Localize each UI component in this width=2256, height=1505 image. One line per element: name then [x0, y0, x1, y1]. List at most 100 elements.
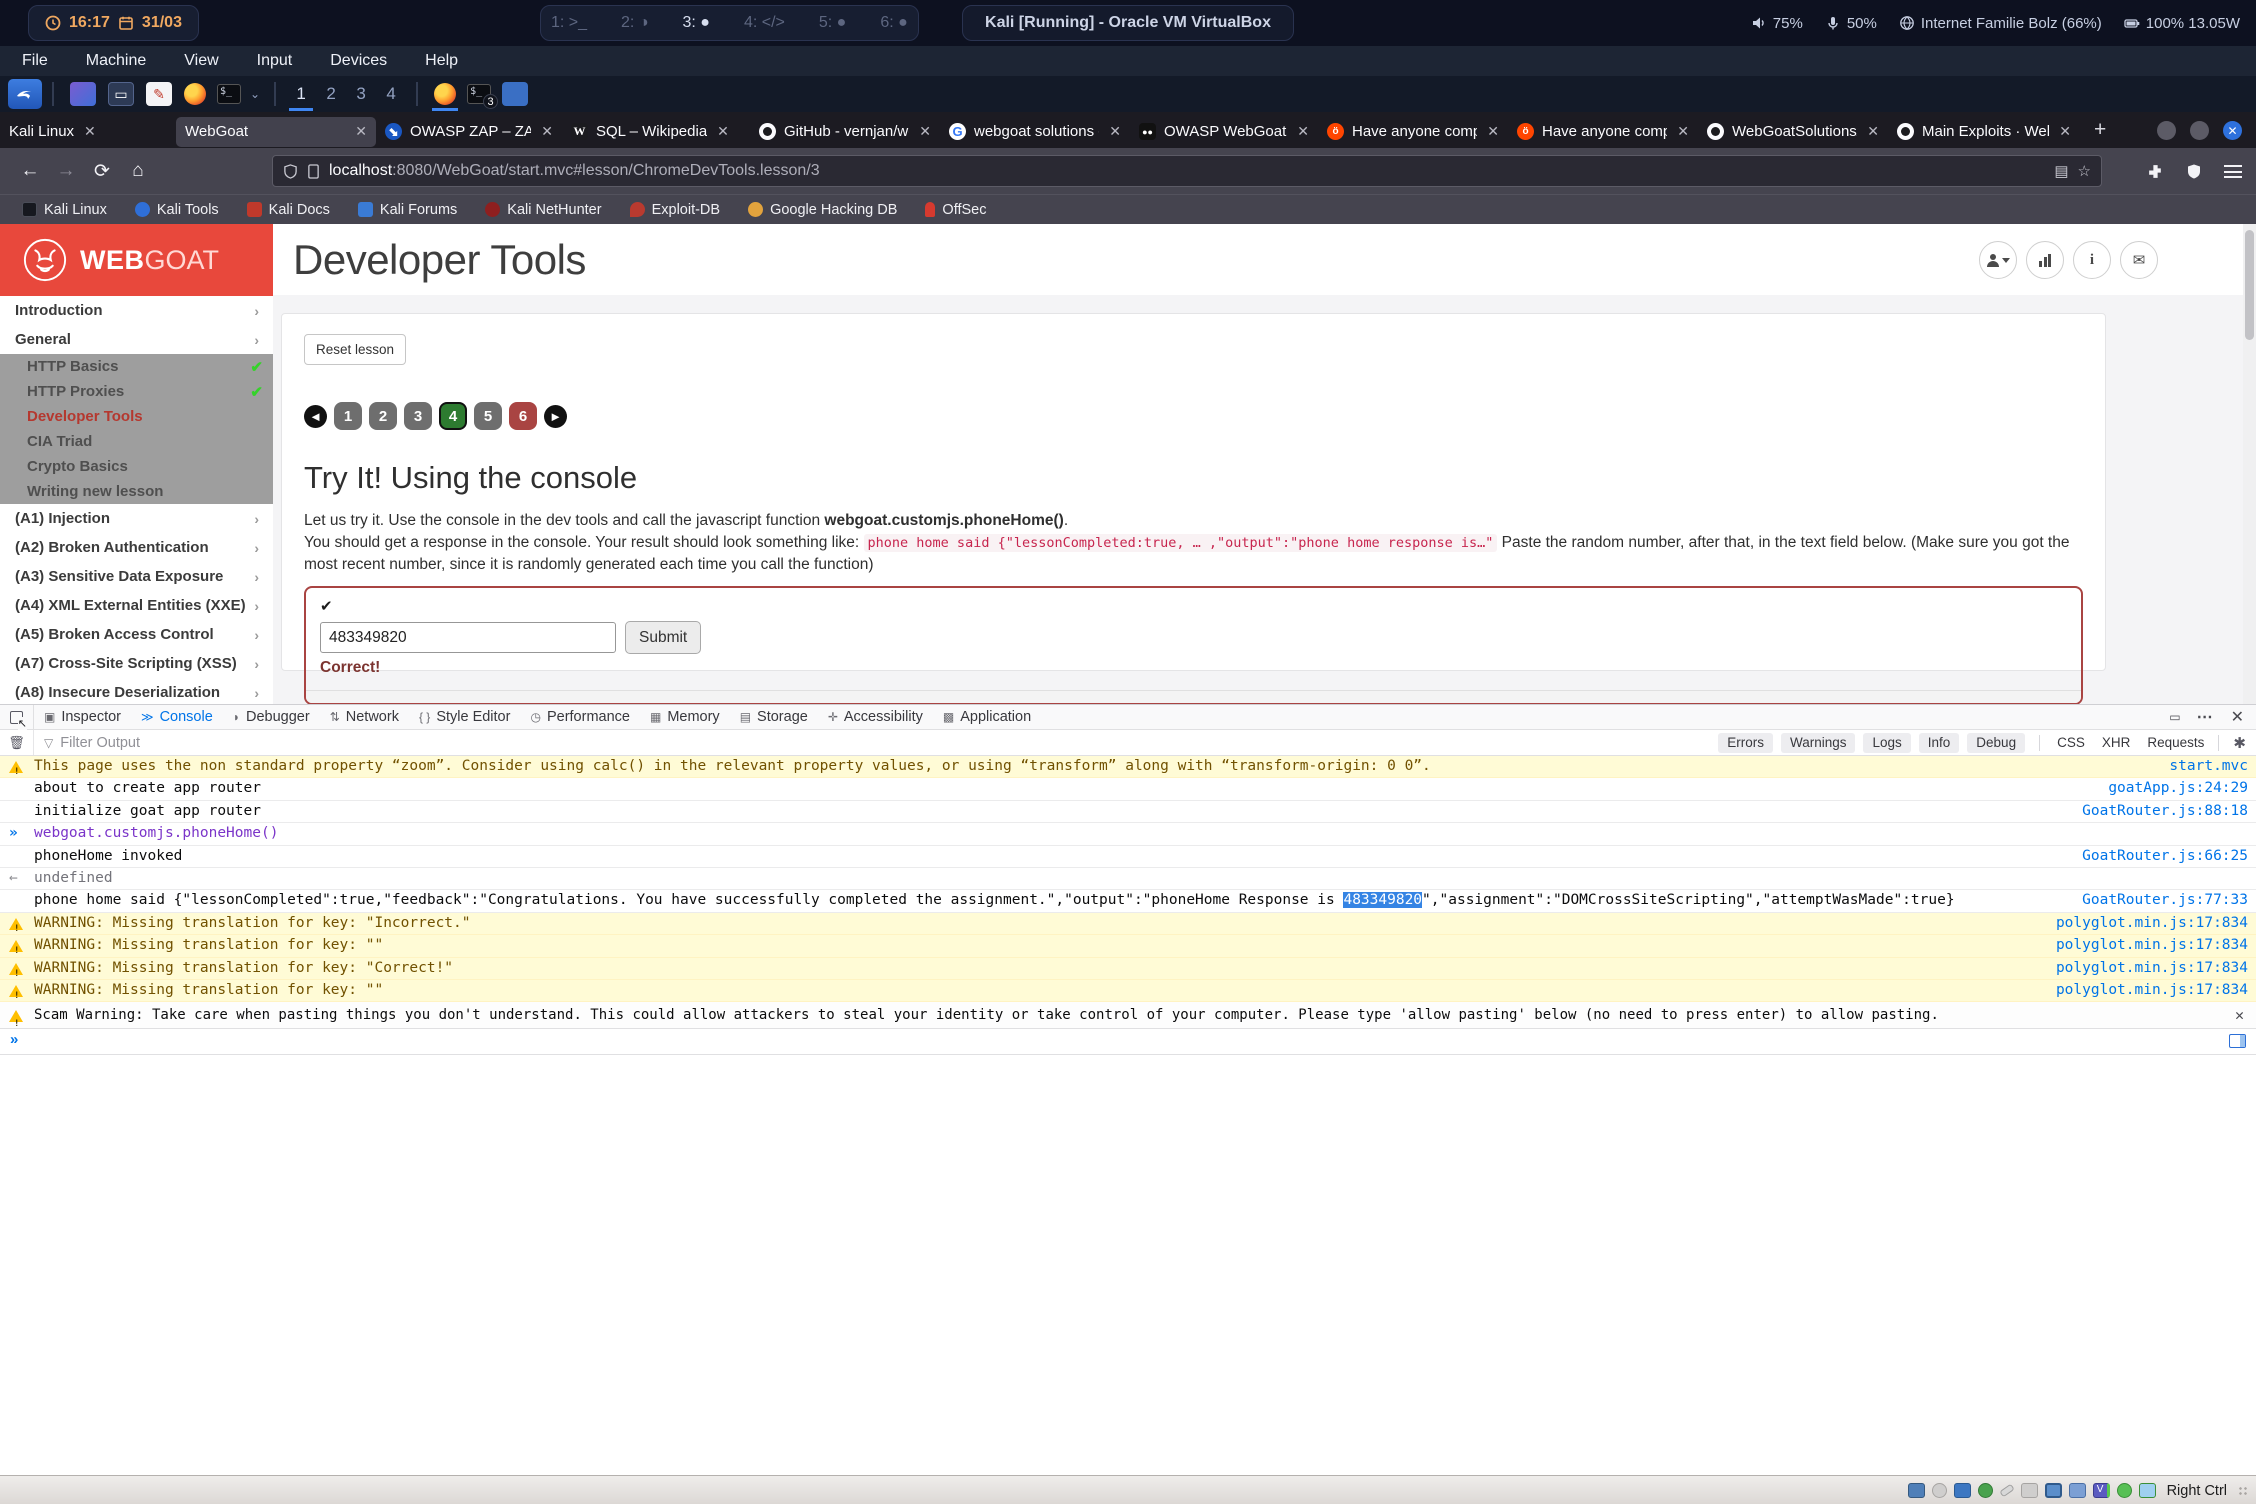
minimize-button[interactable]	[2157, 121, 2176, 140]
lesson-info-button[interactable]: i	[2073, 241, 2111, 279]
sidebar-item-writing-new-lesson[interactable]: Writing new lesson	[0, 479, 273, 504]
pager-page-5[interactable]: 5	[474, 402, 502, 430]
pager-page-4-active[interactable]: 4	[439, 402, 467, 430]
submit-button[interactable]: Submit	[625, 621, 701, 654]
pager-workspace-3[interactable]: 3	[346, 77, 376, 111]
bookmark-kali-linux[interactable]: Kali Linux	[22, 202, 107, 218]
network-icon[interactable]	[1899, 15, 1915, 31]
network-icon[interactable]	[1978, 1483, 1993, 1498]
responsive-design-icon[interactable]: ▭	[2169, 710, 2180, 724]
tab-reddit-2[interactable]: ö Have anyone comple ✕	[1508, 117, 1698, 147]
console-empty-area[interactable]	[0, 1055, 2256, 1482]
tab-close-icon[interactable]: ✕	[2059, 123, 2071, 140]
filter-debug-toggle[interactable]: Debug	[1967, 733, 2025, 753]
workspace-switcher[interactable]: 1: >_ 2: ◑ 3: ● 4: </> 5: ● 6: ●	[540, 5, 919, 41]
random-number-input[interactable]	[320, 622, 616, 653]
clear-console-button[interactable]: 🗑	[0, 730, 34, 755]
reader-mode-icon[interactable]: ▤	[2054, 162, 2068, 180]
sidebar-item-a8-insecure-deserialization[interactable]: (A8) Insecure Deserialization›	[0, 678, 273, 704]
menu-view[interactable]: View	[184, 52, 218, 70]
tab-close-icon[interactable]: ✕	[717, 123, 729, 140]
pager-workspace-4[interactable]: 4	[376, 77, 406, 111]
tab-inspector[interactable]: ▣Inspector	[34, 705, 131, 729]
terminal-window-button[interactable]: $_ 3	[462, 77, 496, 111]
home-icon[interactable]: ⌂	[120, 160, 156, 182]
tab-close-icon[interactable]: ✕	[1677, 123, 1689, 140]
page-info-icon[interactable]	[307, 164, 320, 179]
kali-menu-button[interactable]	[8, 79, 42, 109]
features-icon[interactable]: V	[2093, 1483, 2110, 1498]
scrollbar-thumb[interactable]	[2245, 230, 2254, 340]
tab-close-icon[interactable]: ✕	[355, 123, 367, 140]
tab-performance[interactable]: ◷Performance	[520, 705, 640, 729]
minimized-folder-icon[interactable]	[502, 82, 528, 106]
tab-network[interactable]: ⇅Network	[320, 705, 409, 729]
reload-icon[interactable]: ⟳	[84, 160, 120, 183]
tab-webgoat[interactable]: WebGoat ✕	[176, 117, 376, 147]
pager-workspace-1[interactable]: 1	[286, 77, 316, 111]
filter-output-input[interactable]	[60, 735, 460, 751]
tab-console[interactable]: ≫Console	[131, 705, 223, 729]
bookmark-exploit-db[interactable]: Exploit-DB	[630, 202, 721, 218]
tab-close-icon[interactable]: ✕	[1487, 123, 1499, 140]
workspace-3[interactable]: 3: ●	[682, 14, 709, 32]
tab-close-icon[interactable]: ✕	[1109, 123, 1121, 140]
recording-icon[interactable]	[2069, 1483, 2086, 1498]
tab-memory[interactable]: ▦Memory	[640, 705, 730, 729]
sidebar-item-a4-xxe[interactable]: (A4) XML External Entities (XXE)›	[0, 591, 273, 620]
tracking-shield-icon[interactable]	[283, 164, 298, 179]
bookmark-offsec[interactable]: OffSec	[925, 202, 986, 218]
tab-application[interactable]: ▩Application	[933, 705, 1041, 729]
filter-xhr-toggle[interactable]: XHR	[2102, 735, 2131, 750]
devtools-menu-icon[interactable]: ⋯	[2197, 707, 2215, 727]
sidebar-item-http-proxies[interactable]: HTTP Proxies✔	[0, 379, 273, 404]
filter-errors-toggle[interactable]: Errors	[1718, 733, 1773, 753]
source-link[interactable]: goatApp.js:24:29	[2108, 778, 2248, 799]
keyboard-capture-icon[interactable]	[2139, 1483, 2156, 1498]
source-link[interactable]: GoatRouter.js:66:25	[2082, 846, 2248, 867]
battery-icon[interactable]	[2124, 15, 2140, 31]
launcher-dropdown-chevron-icon[interactable]: ⌄	[250, 87, 260, 101]
filter-css-toggle[interactable]: CSS	[2057, 735, 2085, 750]
file-manager-icon[interactable]: ▭	[108, 82, 134, 106]
pager-page-2[interactable]: 2	[369, 402, 397, 430]
bookmark-google-hacking-db[interactable]: Google Hacking DB	[748, 202, 897, 218]
shared-folders-icon[interactable]	[2021, 1483, 2038, 1498]
sidebar-item-a2-broken-authentication[interactable]: (A2) Broken Authentication›	[0, 533, 273, 562]
text-editor-icon[interactable]: ✎	[146, 82, 172, 106]
tab-owasp-zap[interactable]: ⬊ OWASP ZAP – ZAP in ✕	[376, 117, 562, 147]
workspace-2[interactable]: 2: ◑	[621, 14, 648, 32]
account-shield-icon[interactable]	[2186, 163, 2202, 180]
menu-input[interactable]: Input	[257, 52, 293, 70]
filter-logs-toggle[interactable]: Logs	[1863, 733, 1910, 753]
usb-icon[interactable]	[1999, 1484, 2014, 1498]
pager-page-3[interactable]: 3	[404, 402, 432, 430]
pager-next-icon[interactable]: ►	[544, 405, 567, 428]
resize-grip[interactable]	[2238, 1486, 2248, 1496]
display-icon[interactable]	[2045, 1483, 2062, 1498]
terminal-launcher-icon[interactable]: $_	[212, 77, 246, 111]
source-link[interactable]: GoatRouter.js:77:33	[2082, 890, 2248, 911]
tab-main-exploits[interactable]: Main Exploits · WebG ✕	[1888, 117, 2080, 147]
optical-drive-icon[interactable]	[1932, 1483, 1947, 1498]
new-tab-button[interactable]: +	[2094, 118, 2106, 142]
bookmark-star-icon[interactable]: ☆	[2078, 162, 2091, 180]
tab-debugger[interactable]: ◗Debugger	[223, 705, 320, 729]
tab-owasp-webgoat-gitbook[interactable]: ●● OWASP WebGoat: G ✕	[1130, 117, 1318, 147]
sidebar-item-a5-broken-access-control[interactable]: (A5) Broken Access Control›	[0, 620, 273, 649]
tab-close-icon[interactable]: ✕	[541, 123, 553, 140]
console-input-row[interactable]: »	[0, 1029, 2256, 1055]
menu-machine[interactable]: Machine	[86, 52, 146, 70]
tab-webgoatsolutions-repo[interactable]: WebGoatSolutions/S ✕	[1698, 117, 1888, 147]
bookmark-kali-nethunter[interactable]: Kali NetHunter	[485, 202, 601, 218]
devtools-close-icon[interactable]: ✕	[2231, 707, 2244, 727]
workspace-5[interactable]: 5: ●	[819, 14, 846, 32]
tab-close-icon[interactable]: ✕	[1297, 123, 1309, 140]
page-scrollbar[interactable]	[2243, 224, 2256, 704]
workspace-6[interactable]: 6: ●	[880, 14, 907, 32]
console-settings-gear-icon[interactable]: ✱	[2233, 734, 2246, 752]
audio-icon[interactable]	[1954, 1483, 1971, 1498]
reset-lesson-button[interactable]: Reset lesson	[304, 334, 406, 365]
menu-devices[interactable]: Devices	[330, 52, 387, 70]
tab-accessibility[interactable]: ✛Accessibility	[818, 705, 933, 729]
